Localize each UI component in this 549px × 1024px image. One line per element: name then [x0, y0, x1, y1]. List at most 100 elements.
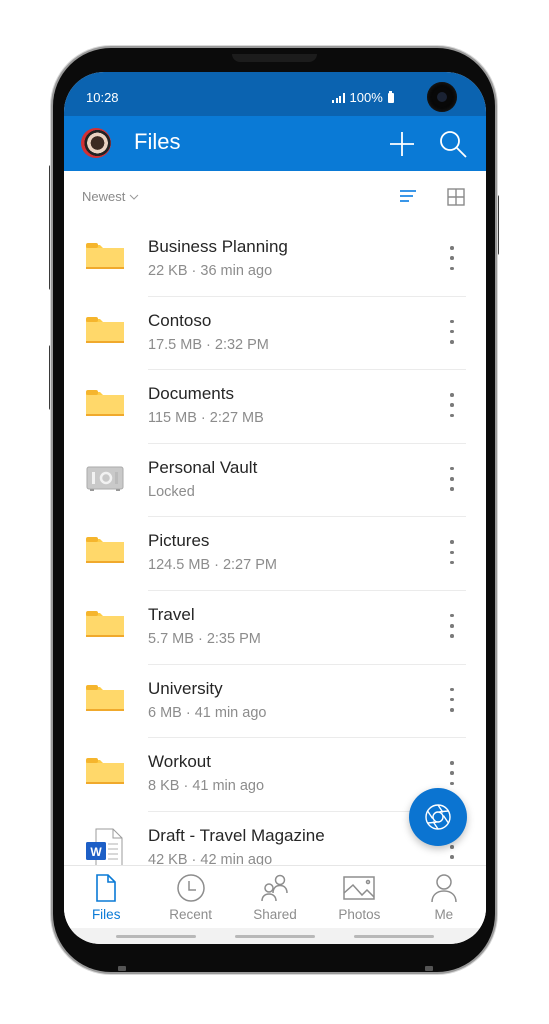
nav-files[interactable]: Files: [64, 866, 148, 928]
more-dot: [450, 624, 454, 628]
file-meta: 115 MB · 2:27 MB: [148, 410, 264, 427]
file-meta: 5.7 MB · 2:35 PM: [148, 630, 261, 647]
file-meta: 124.5 MB · 2:27 PM: [148, 557, 277, 574]
more-options-button[interactable]: [440, 685, 464, 715]
more-dot: [450, 708, 454, 712]
file-name: Documents: [148, 384, 234, 404]
more-dot: [450, 393, 454, 397]
more-dot: [450, 540, 454, 544]
file-row[interactable]: Contoso 17.5 MB · 2:32 PM: [64, 297, 486, 371]
sort-label: Newest: [82, 189, 126, 204]
status-bar: 10:28 100%: [64, 72, 486, 116]
gesture-handle[interactable]: [116, 935, 196, 938]
page-title: Files: [134, 129, 181, 154]
more-dot: [450, 266, 454, 270]
app-bar: Files: [64, 116, 486, 171]
more-options-button[interactable]: [440, 317, 464, 347]
more-dot: [450, 687, 454, 692]
nav-label: Me: [434, 907, 454, 922]
avatar[interactable]: [81, 128, 111, 158]
file-row[interactable]: Pictures 124.5 MB · 2:27 PM: [64, 517, 486, 591]
file-name: Travel: [148, 604, 195, 624]
more-dot: [450, 845, 454, 849]
file-row[interactable]: Business Planning 22 KB · 36 min ago: [64, 223, 486, 297]
file-list: Business Planning 22 KB · 36 min ago Conto…: [64, 223, 486, 885]
frame-antenna-line: [425, 966, 433, 971]
more-options-button[interactable]: [440, 611, 464, 641]
file-row[interactable]: Personal Vault Locked: [64, 444, 486, 518]
more-options-button[interactable]: [440, 537, 464, 567]
more-dot: [450, 771, 454, 775]
signal-icon: [332, 92, 345, 103]
more-dot: [450, 781, 454, 786]
status-time: 10:28: [86, 90, 119, 105]
bottom-nav: Files Recent Shared Photos Me: [64, 865, 486, 928]
file-name: Pictures: [148, 531, 210, 551]
file-name: Draft - Travel Magazine: [148, 825, 325, 845]
more-dot: [450, 477, 454, 481]
vault-icon: [84, 460, 126, 496]
sort-bar: Newest: [64, 171, 486, 223]
file-row[interactable]: Documents 115 MB · 2:27 MB: [64, 370, 486, 444]
chevron-down-icon: [130, 194, 139, 200]
clock-icon: [176, 874, 205, 902]
nav-shared[interactable]: Shared: [233, 866, 317, 928]
folder-icon: [84, 681, 126, 717]
file-name: Business Planning: [148, 237, 288, 256]
battery-icon: [387, 90, 394, 103]
more-dot: [450, 487, 454, 491]
add-button[interactable]: [386, 128, 418, 160]
file-row[interactable]: Travel 5.7 MB · 2:35 PM: [64, 591, 486, 665]
more-options-button[interactable]: [440, 390, 464, 420]
nav-recent[interactable]: Recent: [148, 866, 232, 928]
folder-icon: [84, 313, 126, 349]
more-dot: [450, 246, 454, 250]
more-dot: [450, 413, 454, 418]
file-name: University: [148, 678, 223, 698]
more-dot: [450, 340, 454, 344]
search-button[interactable]: [437, 128, 469, 160]
more-dot: [450, 403, 454, 407]
nav-label: Recent: [169, 907, 212, 922]
more-dot: [450, 560, 454, 565]
more-dot: [450, 550, 454, 555]
plus-icon: [390, 132, 414, 156]
word-doc-icon: W: [84, 828, 126, 867]
file-name: Workout: [148, 752, 211, 772]
file-meta: 22 KB · 36 min ago: [148, 263, 273, 279]
camera-scan-button[interactable]: [409, 788, 467, 846]
more-dot: [450, 634, 454, 638]
status-indicators: 100%: [332, 90, 394, 105]
file-meta: 17.5 MB · 2:32 PM: [148, 336, 269, 353]
nav-me[interactable]: Me: [402, 866, 486, 928]
camera-shutter-icon: [425, 804, 451, 830]
file-name: Contoso: [148, 310, 212, 330]
search-icon: [440, 131, 467, 158]
file-icon: [96, 874, 117, 902]
sort-dropdown[interactable]: Newest: [82, 189, 139, 204]
more-dot: [450, 329, 454, 334]
power-button: [495, 195, 499, 255]
earpiece: [232, 54, 317, 62]
gesture-handle[interactable]: [354, 935, 434, 938]
battery-percent: 100%: [349, 90, 383, 105]
more-dot: [450, 855, 454, 859]
list-view-icon: [400, 190, 416, 202]
nav-label: Shared: [253, 907, 297, 922]
file-meta: 6 MB · 41 min ago: [148, 704, 267, 721]
more-options-button[interactable]: [440, 758, 464, 788]
file-row[interactable]: University 6 MB · 41 min ago: [64, 665, 486, 739]
more-dot: [450, 256, 454, 260]
list-view-button[interactable]: [398, 187, 418, 210]
more-options-button[interactable]: [440, 464, 464, 494]
grid-view-button[interactable]: [446, 187, 466, 212]
more-options-button[interactable]: [440, 243, 464, 273]
nav-photos[interactable]: Photos: [317, 866, 401, 928]
folder-icon: [84, 386, 126, 422]
folder-icon: [84, 754, 126, 790]
nav-label: Files: [91, 907, 121, 922]
folder-icon: [84, 239, 126, 275]
gesture-bar: [64, 928, 486, 944]
file-meta: 8 KB · 41 min ago: [148, 778, 265, 795]
gesture-handle[interactable]: [235, 935, 315, 938]
